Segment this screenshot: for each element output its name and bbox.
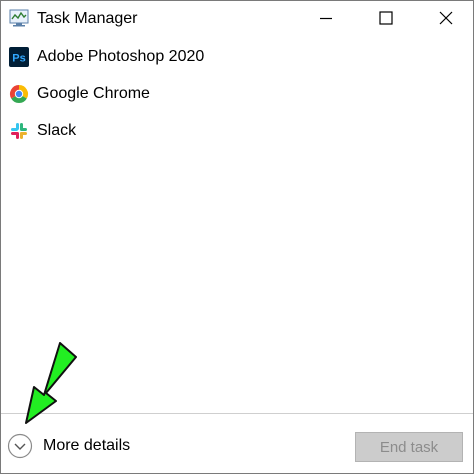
task-manager-icon [9,9,29,27]
maximize-button[interactable] [363,1,409,35]
task-manager-window: Task Manager Ps Adobe Photoshop 2020 Goo… [0,0,474,474]
chrome-icon [9,85,29,104]
photoshop-icon: Ps [9,47,29,67]
more-details-label: More details [43,437,131,454]
task-label: Google Chrome [37,85,150,102]
minimize-icon [320,17,332,20]
footer-bar: More details End task [1,413,473,474]
title-bar[interactable]: Task Manager [1,1,473,35]
minimize-button[interactable] [303,1,349,35]
svg-text:Ps: Ps [12,53,25,65]
task-row-slack[interactable]: Slack [1,113,473,149]
end-task-button[interactable]: End task [355,432,463,462]
more-details-button[interactable]: More details [7,432,130,460]
task-row-photoshop[interactable]: Ps Adobe Photoshop 2020 [1,39,473,75]
close-icon [439,11,453,25]
window-title: Task Manager [37,10,138,27]
task-row-chrome[interactable]: Google Chrome [1,76,473,112]
close-button[interactable] [423,1,469,35]
maximize-icon [379,11,393,25]
slack-icon [11,123,27,139]
task-label: Adobe Photoshop 2020 [37,48,205,65]
task-label: Slack [37,122,77,139]
chevron-down-circle-icon [7,433,33,459]
